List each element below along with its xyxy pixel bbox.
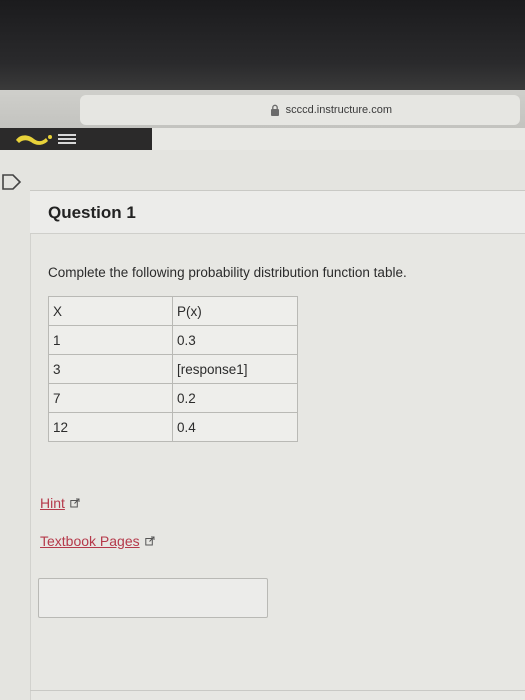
table-cell-x: 1: [48, 325, 173, 355]
table-row: 7 0.2: [48, 383, 298, 413]
table-row: 12 0.4: [48, 412, 298, 442]
table-header-row: X P(x): [48, 296, 298, 326]
question-title: Question 1: [48, 203, 136, 222]
textbook-pages-label: Textbook Pages: [40, 533, 140, 549]
table-header-px: P(x): [172, 296, 298, 326]
answer-input[interactable]: [38, 578, 268, 618]
hint-label: Hint: [40, 495, 65, 511]
question-header: Question 1: [30, 190, 525, 234]
table-cell-px: 0.4: [172, 412, 298, 442]
table-cell-x: 7: [48, 383, 173, 413]
external-link-icon: [70, 498, 80, 508]
textbook-pages-link[interactable]: Textbook Pages: [40, 533, 155, 549]
probability-table: X P(x) 1 0.3 3 [response1] 7 0.2 12 0.4: [48, 296, 298, 442]
table-row: 3 [response1]: [48, 354, 298, 384]
table-header-x: X: [48, 296, 173, 326]
table-cell-x: 12: [48, 412, 173, 442]
url-text: scccd.instructure.com: [285, 104, 392, 116]
app-logo-icon[interactable]: [14, 131, 84, 147]
address-bar[interactable]: scccd.instructure.com: [80, 95, 520, 125]
external-link-icon: [144, 536, 155, 546]
response-placeholder-cell: [response1]: [172, 354, 298, 384]
device-top-bezel: [0, 0, 525, 90]
table-cell-px: 0.2: [172, 383, 298, 413]
lock-icon: [270, 104, 279, 116]
question-prompt: Complete the following probability distr…: [48, 265, 407, 280]
table-cell-x: 3: [48, 354, 173, 384]
hint-link[interactable]: Hint: [40, 495, 80, 511]
table-cell-px: 0.3: [172, 325, 298, 355]
divider: [30, 690, 525, 691]
flag-icon[interactable]: [2, 174, 22, 190]
table-row: 1 0.3: [48, 325, 298, 355]
